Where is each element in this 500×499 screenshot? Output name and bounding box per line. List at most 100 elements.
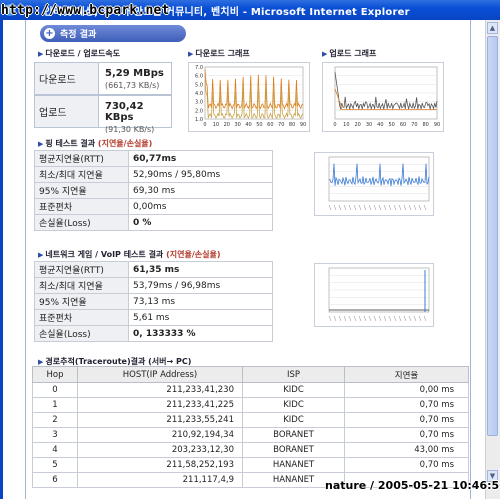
game-stat-row: 손실율(Loss) 0, 133333 % [34, 325, 273, 342]
ping-graph-svg [328, 156, 430, 211]
game-graph-x-tick-mark [388, 315, 392, 322]
table-row: 4 203,233,12,30 BORANET 43,00 ms [32, 442, 469, 458]
upload-value: 730,42 KBps [105, 101, 144, 123]
hop-cell: 4 [32, 442, 78, 458]
isp-cell: KIDC [242, 397, 345, 413]
bullet-icon: ▶ [38, 358, 44, 366]
game-graph-x-tick-mark [353, 315, 357, 322]
game-stat-row-value: 5,61 ms [128, 309, 273, 326]
upload-graph-title-text: 업로드 그래프 [329, 49, 377, 58]
latency-cell: 0,70 ms [344, 412, 469, 428]
result-panel: + 측정 결과 ▶ 다운로드 / 업로드속도 다운로드 5,29 MBps (66… [25, 20, 471, 499]
game-graph-x-tick-mark [373, 315, 377, 322]
trace-title-suffix: (서버→ PC) [148, 357, 192, 366]
bullet-icon: ▶ [38, 140, 44, 148]
game-graph-x-tick-mark [343, 315, 347, 322]
ping-title-text: 핑 테스트 결과 [45, 139, 96, 148]
hop-cell: 5 [32, 457, 78, 473]
isp-cell: BORANET [242, 442, 345, 458]
ping-stat-row: 표준편차 0,00ms [34, 198, 273, 215]
scroll-up-arrow-icon[interactable]: ▲ [487, 22, 498, 34]
upload-graph-x-tick-label: 20 [354, 122, 360, 128]
upload-graph-x-tick-label: 0 [333, 122, 336, 128]
plus-icon: + [44, 28, 55, 39]
upload-sub-value: (91,30 KB/s) [105, 125, 155, 134]
ping-graph [314, 152, 434, 216]
ping-graph-x-tick-mark [423, 204, 427, 211]
upload-graph-x-tick-label: 30 [366, 122, 372, 128]
upload-graph-x-tick-label: 80 [422, 122, 428, 128]
ping-stat-row-label: 표준편차 [34, 198, 129, 215]
ping-stat-row-label: 평균지연율(RTT) [34, 150, 129, 167]
hop-cell: 0 [32, 382, 78, 398]
ping-graph-x-tick-mark [333, 204, 337, 211]
column-header-isp: ISP [242, 366, 345, 383]
speed-title-text: 다운로드 / 업로드속도 [45, 49, 121, 58]
ping-stat-row: 손실율(Loss) 0 % [34, 214, 273, 231]
download-graph-y-tick-label: 4.0 [195, 91, 203, 97]
host-cell: 210,92,194,34 [77, 427, 243, 443]
game-graph-svg [328, 267, 430, 322]
download-graph-x-tick-label: 30 [234, 122, 240, 128]
game-stat-row: 최소/최대 지연율 53,79ms / 96,98ms [34, 277, 273, 294]
latency-cell: 0,70 ms [344, 457, 469, 473]
upload-graph-title: ▶ 업로드 그래프 [322, 48, 376, 59]
ping-title-suffix: (지연율/손실율) [97, 139, 153, 148]
game-graph-x-tick-mark [423, 315, 427, 322]
game-graph-x-tick-mark [338, 315, 342, 322]
game-stat-row-label: 95% 지연율 [34, 293, 129, 310]
game-graph-x-tick-mark [383, 315, 387, 322]
ping-graph-x-tick-mark [388, 204, 392, 211]
latency-cell: 0,00 ms [344, 382, 469, 398]
game-graph-x-tick-mark [378, 315, 382, 322]
ping-graph-x-tick-mark [378, 204, 382, 211]
game-graph [314, 263, 434, 327]
bullet-icon: ▶ [38, 251, 44, 259]
game-graph-x-tick-mark [348, 315, 352, 322]
game-stat-row: 95% 지연율 73,13 ms [34, 293, 273, 310]
ping-stat-row-label: 최소/최대 지연율 [34, 166, 129, 183]
bullet-icon: ▶ [322, 50, 328, 58]
hop-cell: 6 [32, 472, 78, 488]
download-graph-svg: 0 10 20 30 40 50 60 70 80 90 7.0 6.0 5.0 4.0 3.0 2.0 1.0 [195, 65, 306, 128]
ping-graph-x-tick-mark [353, 204, 357, 211]
download-graph-y-tick-label: 3.0 [195, 100, 203, 106]
ping-stat-row-value: 0,00ms [128, 198, 273, 215]
game-graph-x-tick-mark [333, 315, 337, 322]
host-cell: 211,233,41,225 [77, 397, 243, 413]
download-sub-value: (661,73 KB/s) [105, 81, 160, 90]
download-graph-y-tick-label: 7.0 [195, 65, 203, 71]
download-graph-x-tick-label: 50 [256, 122, 262, 128]
ping-graph-x-tick-mark [338, 204, 342, 211]
isp-cell: BORANET [242, 427, 345, 443]
download-graph-x-tick-label: 70 [278, 122, 284, 128]
section-header-label: 측정 결과 [60, 30, 97, 40]
ping-stat-row: 95% 지연율 69,30 ms [34, 182, 273, 199]
ping-title: ▶ 핑 테스트 결과 (지연율/손실율) [38, 138, 152, 149]
game-stat-row-label: 손실율(Loss) [34, 325, 129, 342]
download-graph-title: ▶ 다운로드 그래프 [188, 48, 250, 59]
scrollbar-thumb[interactable] [487, 36, 498, 436]
game-stat-row-label: 표준편차 [34, 309, 129, 326]
download-graph-title-text: 다운로드 그래프 [195, 49, 250, 58]
download-label: 다운로드 [35, 63, 99, 94]
upload-graph-x-tick-label: 60 [400, 122, 406, 128]
upload-graph-x-tick-label: 70 [411, 122, 417, 128]
isp-cell: KIDC [242, 382, 345, 398]
isp-cell: KIDC [242, 412, 345, 428]
ping-graph-x-tick-mark [348, 204, 352, 211]
ping-stat-row-value: 69,30 ms [128, 182, 273, 199]
ping-graph-x-tick-mark [383, 204, 387, 211]
download-graph-x-tick-label: 10 [213, 122, 219, 128]
game-graph-x-tick-mark [358, 315, 362, 322]
upload-graph-x-tick-label: 90 [434, 122, 440, 128]
host-cell: 203,233,12,30 [77, 442, 243, 458]
upload-graph-x-tick-label: 40 [377, 122, 383, 128]
game-graph-x-tick-mark [368, 315, 372, 322]
download-graph: 0 10 20 30 40 50 60 70 80 90 7.0 6.0 5.0 4.0 3.0 2.0 1.0 [188, 62, 310, 132]
column-header-latency: 지연율 [344, 366, 469, 383]
upload-label: 업로드 [35, 96, 99, 127]
game-graph-x-tick-mark [328, 315, 332, 322]
hop-cell: 1 [32, 397, 78, 413]
section-header-measurement: + 측정 결과 [40, 25, 186, 42]
